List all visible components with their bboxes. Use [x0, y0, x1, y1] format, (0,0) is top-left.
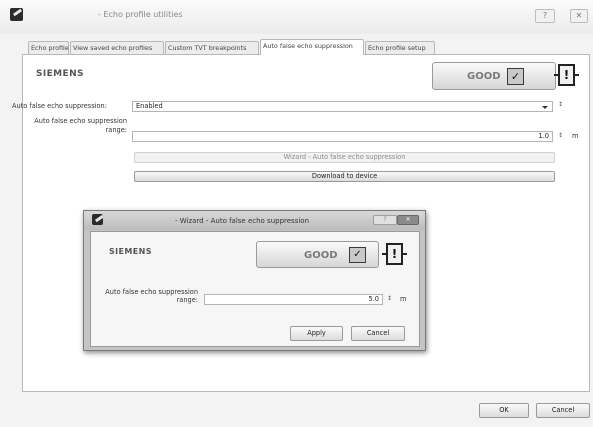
afes-spin-icon: ↕	[558, 101, 564, 108]
siemens-logo: SIEMENS	[36, 69, 84, 79]
dialog-cancel-button[interactable]: Cancel	[351, 326, 405, 341]
range-spin-icon[interactable]: ↕	[558, 132, 563, 139]
dialog-content: SIEMENS GOOD ✓ ! Auto false echo suppres…	[90, 231, 420, 347]
title-bar: - Echo profile utilities ? ✕	[0, 0, 593, 34]
download-to-device-button[interactable]: Download to device	[134, 171, 555, 182]
chevron-down-icon	[542, 106, 548, 109]
tab-custom-tvt-breakpoints[interactable]: Custom TVT breakpoints	[165, 41, 259, 54]
range-input[interactable]: 1.0	[132, 131, 553, 142]
tab-auto-false-echo-suppression[interactable]: Auto false echo suppression	[260, 39, 364, 55]
dialog-range-spin-icon[interactable]: ↕	[387, 295, 392, 302]
tab-echo-profile[interactable]: Echo profile	[28, 41, 69, 54]
range-unit: m	[572, 132, 579, 140]
tab-echo-profile-setup[interactable]: Echo profile setup	[365, 41, 435, 54]
apply-button[interactable]: Apply	[290, 326, 343, 341]
dialog-help-button[interactable]: ?	[373, 215, 397, 225]
wizard-button[interactable]: Wizard - Auto false echo suppression	[134, 152, 555, 163]
afes-dropdown[interactable]: Enabled	[132, 101, 553, 112]
afes-dropdown-value: Enabled	[136, 102, 163, 110]
dialog-status-text: GOOD	[304, 250, 338, 261]
check-icon: ✓	[507, 68, 524, 85]
dialog-check-icon: ✓	[349, 247, 366, 263]
dialog-range-label-line2: range:	[176, 296, 198, 304]
status-text: GOOD	[467, 71, 501, 82]
window-title: - Echo profile utilities	[98, 10, 183, 19]
tab-view-saved-echo-profiles[interactable]: View saved echo profiles	[70, 41, 164, 54]
help-button[interactable]: ?	[535, 9, 555, 23]
warning-icon: !	[554, 64, 579, 86]
dialog-app-icon	[92, 214, 103, 225]
device-status-indicator: GOOD ✓	[432, 62, 556, 90]
range-label-line2: range:	[105, 126, 127, 134]
afes-label: Auto false echo suppression:	[12, 102, 107, 110]
dialog-title: - Wizard - Auto false echo suppression	[175, 217, 310, 225]
close-button[interactable]: ✕	[570, 9, 588, 23]
app-icon	[10, 8, 23, 21]
wizard-dialog: - Wizard - Auto false echo suppression ?…	[83, 210, 426, 351]
dialog-status-indicator: GOOD ✓	[256, 241, 379, 268]
dialog-close-button[interactable]: ✕	[397, 215, 419, 225]
ok-button[interactable]: OK	[479, 403, 529, 418]
range-label-line1: Auto false echo suppression	[34, 117, 127, 125]
cancel-button[interactable]: Cancel	[536, 403, 590, 418]
dialog-range-input[interactable]: 5.0	[204, 294, 383, 305]
dialog-siemens-logo: SIEMENS	[109, 247, 152, 256]
dialog-range-label-line1: Auto false echo suppression	[105, 288, 198, 296]
dialog-warning-icon: !	[382, 243, 407, 265]
dialog-range-unit: m	[400, 295, 407, 303]
dialog-title-bar: - Wizard - Auto false echo suppression ?…	[84, 211, 425, 230]
